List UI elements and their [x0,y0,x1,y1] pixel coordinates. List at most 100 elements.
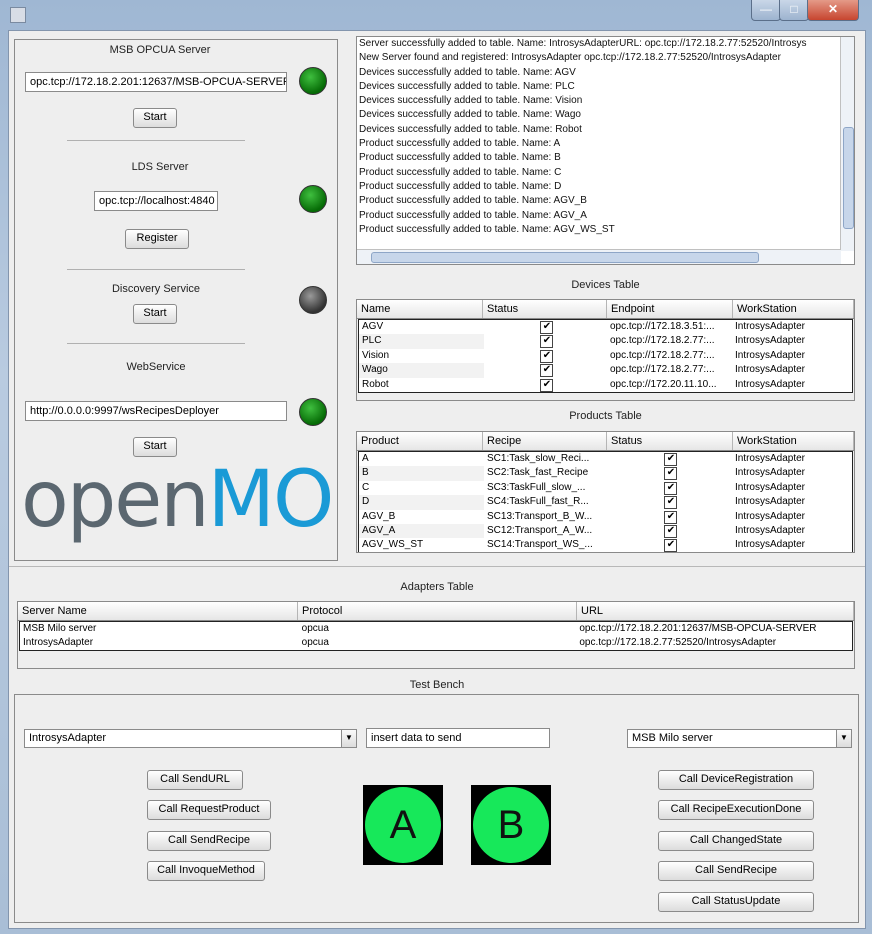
target-server-combo[interactable]: MSB Milo server ▼ [627,729,852,748]
table-row[interactable]: Robot ✔ opc.tcp://172.20.11.10... IntrosysA… [359,377,852,392]
column-header[interactable]: Protocol [298,602,577,620]
table-row[interactable]: B SC2:Task_fast_Recipe ✔ IntrosysAdapter [359,466,852,481]
products-table-header: Product Recipe Status WorkStation [357,432,854,451]
table-row[interactable]: AGV_B SC13:Transport_B_W... ✔ IntrosysAdapt… [359,509,852,524]
maximize-button[interactable]: □ [779,0,809,21]
table-cell: Vision [359,348,484,364]
log-line: Devices successfully added to table. Nam… [359,80,575,92]
status-checkbox[interactable]: ✔ [540,364,554,378]
openmos-logo: openMOS [21,460,333,555]
column-header[interactable]: Product [357,432,483,450]
scrollbar-thumb[interactable] [371,252,759,263]
call-sendurl-button[interactable]: Call SendURL [147,770,243,790]
table-cell: SC1:Task_slow_Reci... [486,453,590,464]
table-row[interactable]: Vision ✔ opc.tcp://172.18.2.77:... Introsys… [359,348,852,364]
table-cell: AGV [359,320,484,335]
table-cell: opc.tcp://172.18.2.77:... [609,335,715,347]
table-cell: ✔ [607,524,732,538]
adapters-table[interactable]: Server Name Protocol URL MSB Milo server op… [17,601,855,669]
column-header[interactable]: Name [357,300,483,318]
adapters-table-header: Server Name Protocol URL [18,602,854,621]
table-row[interactable]: AGV ✔ opc.tcp://172.18.3.51:... IntrosysAda… [359,320,852,335]
table-row[interactable]: PLC ✔ opc.tcp://172.18.2.77:... IntrosysAda… [359,334,852,349]
column-header[interactable]: WorkStation [733,432,854,450]
table-row[interactable]: Wago ✔ opc.tcp://172.18.2.77:... IntrosysAd… [359,363,852,378]
table-cell: IntrosysAdapter [734,481,806,493]
button-a[interactable]: A [363,785,443,865]
chevron-down-icon[interactable]: ▼ [836,730,851,747]
call-sendrecipe-right-button[interactable]: Call SendRecipe [658,861,814,881]
table-row[interactable]: AGV_WS_ST SC14:Transport_WS_... ✔ IntrosysA… [359,538,852,552]
table-cell: A [359,452,484,467]
table-row[interactable]: C SC3:TaskFull_slow_... ✔ IntrosysAdapter [359,480,852,496]
log-vertical-scrollbar[interactable] [840,37,854,251]
status-checkbox[interactable]: ✔ [664,510,678,524]
status-checkbox[interactable]: ✔ [664,481,678,495]
status-checkbox[interactable]: ✔ [664,496,678,510]
table-row[interactable]: D SC4:TaskFull_fast_R... ✔ IntrosysAdapter [359,495,852,510]
status-checkbox[interactable]: ✔ [540,349,554,363]
table-row[interactable]: A SC1:Task_slow_Reci... ✔ IntrosysAdapter [359,452,852,467]
logo-mos-text: MOS [207,460,333,545]
call-deviceregistration-button[interactable]: Call DeviceRegistration [658,770,814,790]
source-adapter-value: IntrosysAdapter [29,732,107,744]
devices-table-title: Devices Table [571,279,640,291]
log-lines-container: Server successfully added to table. Name… [357,37,841,251]
call-changedstate-button[interactable]: Call ChangedState [658,831,814,851]
call-recipeexecutiondone-button[interactable]: Call RecipeExecutionDone [658,800,814,820]
call-requestproduct-button[interactable]: Call RequestProduct [147,800,271,820]
button-b[interactable]: B [471,785,551,865]
table-row[interactable]: MSB Milo server opcua opc.tcp://172.18.2.2… [20,622,852,636]
devices-table[interactable]: Name Status Endpoint WorkStation AGV ✔ opc.tc… [356,299,855,401]
log-line: Devices successfully added to table. Nam… [359,109,581,121]
column-header[interactable]: URL [577,602,854,620]
close-button[interactable]: ✕ [807,0,859,21]
log-textarea[interactable]: Server successfully added to table. Name… [356,36,855,265]
status-checkbox[interactable]: ✔ [540,335,554,349]
scrollbar-thumb[interactable] [843,127,854,229]
log-line: New Server found and registered: Introsy… [359,52,781,64]
log-line: Devices successfully added to table. Nam… [359,123,582,135]
status-checkbox[interactable]: ✔ [664,453,678,466]
call-statusupdate-button[interactable]: Call StatusUpdate [658,892,814,912]
column-header[interactable]: Status [607,432,733,450]
status-checkbox[interactable]: ✔ [540,321,554,334]
column-header[interactable]: Server Name [18,602,298,620]
webservice-title: WebService [126,361,186,373]
table-cell: IntrosysAdapter [23,637,94,648]
table-cell: SC12:Transport_A_W... [486,524,593,536]
webservice-start-button[interactable]: Start [133,437,177,457]
table-cell: ✔ [484,363,607,378]
status-checkbox[interactable]: ✔ [664,539,678,552]
log-line: Devices successfully added to table. Nam… [359,66,576,78]
status-checkbox[interactable]: ✔ [664,524,678,538]
log-horizontal-scrollbar[interactable] [357,249,841,264]
status-checkbox[interactable]: ✔ [664,467,678,481]
table-row[interactable]: IntrosysAdapter opcua opc.tcp://172.18.2.7… [20,636,852,650]
webservice-url-input[interactable]: http://0.0.0.0:9997/wsRecipesDeployer [25,401,287,421]
data-to-send-input[interactable]: insert data to send [366,728,550,748]
msb-opcua-start-button[interactable]: Start [133,108,177,128]
table-row[interactable]: AGV_A SC12:Transport_A_W... ✔ IntrosysAdapt… [359,523,852,539]
table-cell: AGV_WS_ST [359,538,484,552]
call-sendrecipe-left-button[interactable]: Call SendRecipe [147,831,271,851]
discovery-start-button[interactable]: Start [133,304,177,324]
column-header[interactable]: Endpoint [607,300,733,318]
table-cell: opc.tcp://172.18.2.201:12637/MSB-OPCUA-S… [579,623,817,634]
chevron-down-icon[interactable]: ▼ [341,730,356,747]
call-invoquemethod-button[interactable]: Call InvoqueMethod [147,861,265,881]
adapters-table-title: Adapters Table [400,581,474,593]
lds-url-input[interactable]: opc.tcp://localhost:4840 [94,191,218,211]
column-header[interactable]: Recipe [483,432,607,450]
products-table[interactable]: Product Recipe Status WorkStation A SC1:Task… [356,431,855,553]
table-cell: IntrosysAdapter [734,335,806,347]
column-header[interactable]: WorkStation [733,300,854,318]
status-checkbox[interactable]: ✔ [540,378,554,392]
minimize-button[interactable]: — [751,0,781,21]
column-header[interactable]: Status [483,300,607,318]
lds-register-button[interactable]: Register [125,229,189,249]
msb-opcua-url-input[interactable]: opc.tcp://172.18.2.201:12637/MSB-OPCUA-S… [25,72,287,92]
title-bar[interactable]: — □ ✕ [0,0,872,30]
table-cell: opc.tcp://172.18.2.77:... [609,364,715,376]
source-adapter-combo[interactable]: IntrosysAdapter ▼ [24,729,357,748]
